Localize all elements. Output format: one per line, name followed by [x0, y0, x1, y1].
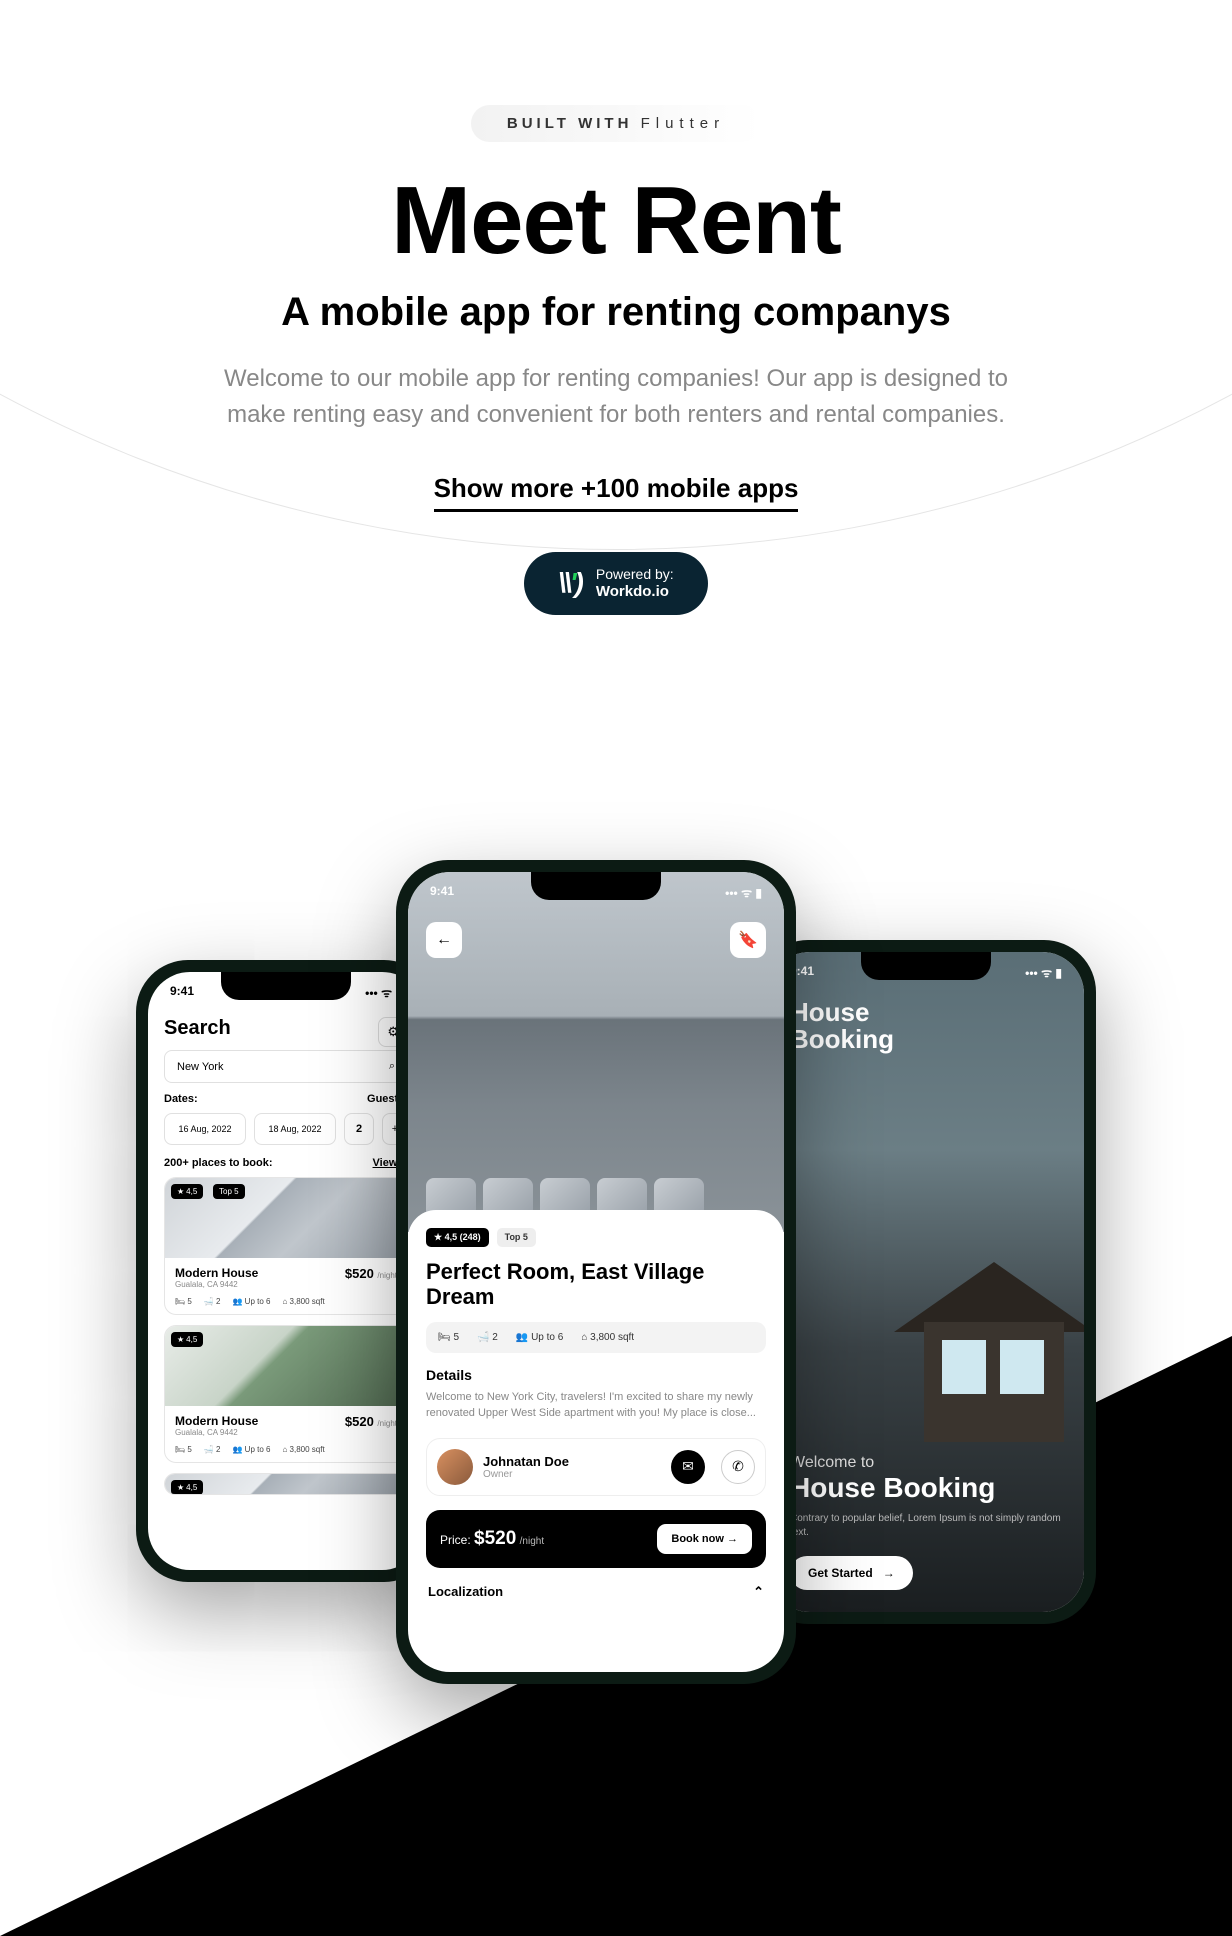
- chevron-up-icon: ⌃: [753, 1584, 764, 1600]
- city-input[interactable]: New York ⌕: [164, 1050, 408, 1083]
- show-more-link[interactable]: Show more +100 mobile apps: [434, 473, 799, 512]
- rating-badge: ★ 4,5: [171, 1184, 203, 1199]
- localization-label: Localization: [428, 1584, 503, 1600]
- brand-title: HouseBooking: [790, 999, 1062, 1054]
- price-display: Price: $520 /night: [440, 1528, 544, 1550]
- phone-mockups: 9:41••• ᯤ ▮ Search ⚙ New York⌕ Dates:Gue…: [136, 860, 1096, 1684]
- house-illustration: [894, 1262, 1084, 1452]
- listing-stats: 🛏 5🛁 2👥 Up to 6⌂ 3,800 sqft: [426, 1322, 766, 1353]
- card-location: Gualala, CA 9442: [175, 1428, 258, 1437]
- notch: [221, 972, 351, 1000]
- details-text: Welcome to New York City, travelers! I'm…: [426, 1389, 766, 1422]
- welcome-label: Welcome to: [790, 1454, 1062, 1472]
- card-name: Modern House: [175, 1266, 258, 1280]
- guests-input[interactable]: 2: [344, 1113, 374, 1145]
- rating-badge: ★ 4,5 (248): [426, 1228, 489, 1247]
- powered-brand: Workdo.io: [596, 583, 669, 600]
- book-now-button[interactable]: Book now →: [657, 1524, 752, 1554]
- built-with-pill: BUILT WITH Flutter: [471, 105, 761, 142]
- call-button[interactable]: ✆: [721, 1450, 755, 1484]
- search-icon: ⌕: [389, 1060, 395, 1073]
- message-button[interactable]: ✉: [671, 1450, 705, 1484]
- card-stats: 🛏 5🛁 2👥 Up to 6⌂ 3,800 sqft: [165, 1445, 407, 1462]
- card-name: Modern House: [175, 1414, 258, 1428]
- notch: [531, 872, 661, 900]
- rating-badge: ★ 4,5: [171, 1332, 203, 1347]
- hero-desc: Welcome to our mobile app for renting co…: [206, 361, 1026, 433]
- pill-suffix: Flutter: [641, 115, 726, 132]
- hero-title: Meet Rent: [0, 166, 1232, 276]
- bookmark-button[interactable]: 🔖: [730, 922, 766, 958]
- listing-card[interactable]: ★ 4,5: [164, 1473, 408, 1495]
- dates-label: Dates:: [164, 1093, 198, 1105]
- date-to-input[interactable]: 18 Aug, 2022: [254, 1113, 336, 1145]
- phone-onboarding: 9:41••• ᯤ ▮ HouseBooking Wooden House ★ …: [756, 940, 1096, 1624]
- powered-label: Powered by:: [596, 566, 674, 582]
- back-button[interactable]: ←: [426, 922, 462, 958]
- date-from-input[interactable]: 16 Aug, 2022: [164, 1113, 246, 1145]
- clock: 9:41: [170, 984, 194, 1001]
- hero-subtitle: A mobile app for renting companys: [0, 290, 1232, 335]
- welcome-desc: Contrary to popular belief, Lorem Ipsum …: [790, 1512, 1062, 1540]
- powered-logo-icon: \\'): [558, 567, 582, 599]
- phone-search: 9:41••• ᯤ ▮ Search ⚙ New York⌕ Dates:Gue…: [136, 960, 436, 1582]
- powered-text: Powered by: Workdo.io: [596, 566, 674, 601]
- get-started-button[interactable]: Get Started →: [790, 1556, 913, 1590]
- listing-title: Perfect Room, East Village Dream: [426, 1259, 766, 1310]
- results-count: 200+ places to book:: [164, 1157, 273, 1169]
- tag-badge: Top 5: [213, 1184, 245, 1199]
- owner-row[interactable]: Johnatan DoeOwner ✉ ✆: [426, 1438, 766, 1496]
- listing-card[interactable]: ★ 4,5 Modern HouseGualala, CA 9442 $520 /…: [164, 1325, 408, 1463]
- price-bar: Price: $520 /night Book now →: [426, 1510, 766, 1568]
- signal-icon: ••• ᯤ ▮: [1025, 964, 1062, 981]
- avatar: [437, 1449, 473, 1485]
- city-value: New York: [177, 1061, 223, 1073]
- card-price: $520 /night: [345, 1414, 397, 1429]
- listing-hero-image: 9:41 ••• ᯤ ▮ ← 🔖: [408, 872, 784, 1232]
- card-location: Gualala, CA 9442: [175, 1280, 258, 1289]
- details-heading: Details: [426, 1367, 766, 1383]
- listing-card[interactable]: ★ 4,5 Top 5 Modern HouseGualala, CA 9442 $…: [164, 1177, 408, 1315]
- welcome-title: House Booking: [790, 1472, 1062, 1504]
- phone-detail: 9:41 ••• ᯤ ▮ ← 🔖 ★ 4,5 (248) Top 5 Perfect…: [396, 860, 796, 1684]
- notch: [861, 952, 991, 980]
- card-stats: 🛏 5🛁 2👥 Up to 6⌂ 3,800 sqft: [165, 1297, 407, 1314]
- pill-prefix: BUILT WITH: [507, 115, 633, 132]
- owner-role: Owner: [483, 1469, 569, 1480]
- card-price: $520 /night: [345, 1266, 397, 1281]
- powered-by-badge[interactable]: \\') Powered by: Workdo.io: [524, 552, 707, 615]
- tag-badge: Top 5: [497, 1228, 536, 1247]
- localization-row[interactable]: Localization ⌃: [426, 1578, 766, 1606]
- clock: 9:41: [430, 884, 454, 901]
- owner-name: Johnatan Doe: [483, 1454, 569, 1469]
- rating-badge: ★ 4,5: [171, 1480, 203, 1495]
- search-title: Search: [164, 1017, 231, 1040]
- signal-icon: ••• ᯤ ▮: [725, 884, 762, 901]
